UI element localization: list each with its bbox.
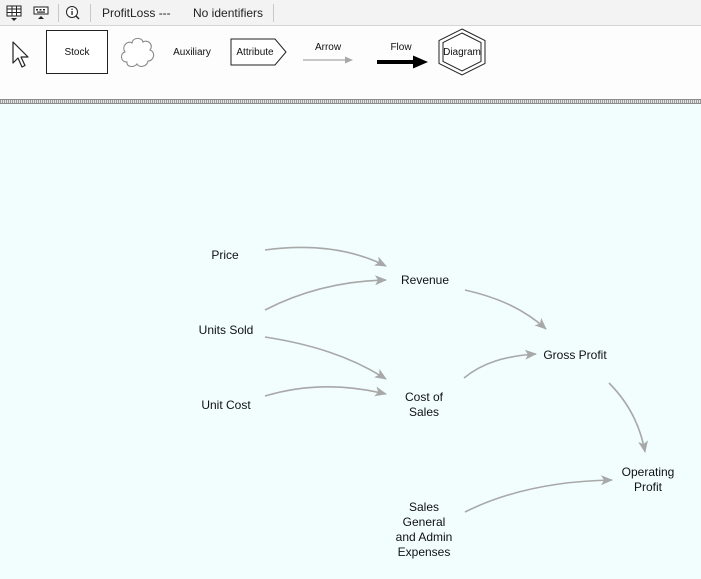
keyboard-icon[interactable] [31,3,53,23]
diagram-tool[interactable]: Diagram [436,28,488,76]
stock-tool[interactable]: Stock [46,30,108,74]
arrow-tool-icon [303,56,353,63]
arrow-tool-label: Arrow [314,41,342,53]
variable-price[interactable]: Price [211,248,238,263]
variable-gross-profit[interactable]: Gross Profit [543,348,606,363]
variable-sga-expenses[interactable]: Sales General and Admin Expenses [396,500,453,560]
pointer-arrow-icon[interactable] [6,34,34,74]
arrow-tool[interactable]: Arrow [300,36,356,72]
link-price-to-revenue[interactable] [264,246,387,267]
attribute-tool[interactable]: Attribute [230,38,288,66]
variable-unit-cost[interactable]: Unit Cost [201,398,250,413]
variable-units-sold[interactable]: Units Sold [199,323,254,338]
flow-tool-icon [377,55,428,68]
auxiliary-tool-label: Auxiliary [173,46,211,58]
link-sga-to-operating-profit[interactable] [464,475,613,513]
toolbar-separator [90,4,91,22]
flow-tool-label: Flow [390,41,412,53]
diagram-canvas[interactable]: Price Units Sold Unit Cost Revenue Cost … [0,104,701,579]
link-unit-cost-to-cost-of-sales[interactable] [264,385,387,397]
top-toolbar: ProfitLoss --- No identifiers [0,0,701,26]
link-cost-of-sales-to-gross-profit[interactable] [463,349,537,379]
link-units-sold-to-cost-of-sales[interactable] [264,336,387,380]
tool-palette: Stock Auxiliary Attribute Arrow Flow Dia… [0,26,701,99]
link-units-sold-to-revenue[interactable] [264,275,387,311]
link-gross-profit-to-operating-profit[interactable] [608,382,648,453]
info-icon[interactable] [62,3,84,23]
variable-cost-of-sales[interactable]: Cost of Sales [405,390,443,420]
variable-revenue[interactable]: Revenue [401,273,449,288]
table-dropdown-icon[interactable] [4,3,26,23]
link-layer [264,246,648,513]
model-name[interactable]: ProfitLoss --- [102,6,171,20]
stock-tool-label: Stock [64,46,90,58]
toolbar-separator [273,4,274,22]
variable-operating-profit[interactable]: Operating Profit [622,465,675,495]
toolbar-separator [58,4,59,22]
identifier-status[interactable]: No identifiers [193,6,263,20]
attribute-tool-label: Attribute [236,46,274,58]
link-revenue-to-gross-profit[interactable] [464,289,547,330]
flow-tool[interactable]: Flow [372,36,430,76]
diagram-tool-label: Diagram [443,46,481,58]
cloud-icon[interactable] [116,32,158,72]
auxiliary-tool[interactable]: Auxiliary [168,44,216,60]
